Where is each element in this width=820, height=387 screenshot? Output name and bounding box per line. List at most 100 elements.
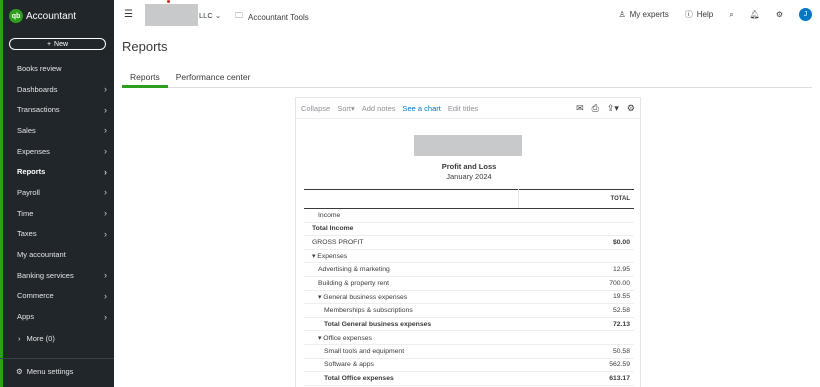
- chevron-right-icon: ›: [104, 311, 107, 322]
- sort-label: Sort: [337, 103, 351, 113]
- row-amount[interactable]: 613.17: [518, 371, 634, 386]
- print-icon[interactable]: ⎙: [592, 103, 599, 114]
- table-row[interactable]: Advertising & marketing 12.95: [304, 262, 634, 277]
- add-notes-button[interactable]: Add notes: [362, 104, 396, 113]
- settings-gear-icon[interactable]: ⚙: [776, 10, 783, 19]
- table-row[interactable]: Total Income: [304, 222, 634, 237]
- my-experts-button[interactable]: ♙ My experts: [618, 10, 668, 19]
- report-settings-gear-icon[interactable]: ⚙: [627, 103, 635, 114]
- table-row[interactable]: Building & property rent 700.00: [304, 276, 634, 291]
- row-amount[interactable]: 700.00: [518, 276, 634, 291]
- sidebar-item-label: Taxes: [17, 229, 37, 239]
- row-amount[interactable]: [518, 208, 634, 223]
- search-icon[interactable]: ⌕: [729, 10, 733, 20]
- sidebar-item-payroll[interactable]: Payroll ›: [0, 182, 114, 203]
- chevron-right-icon: ›: [104, 290, 107, 301]
- company-name-redacted: [145, 4, 198, 26]
- row-label: Small tools and equipment: [304, 344, 518, 359]
- bell-icon[interactable]: 🔔︎: [750, 10, 760, 19]
- edit-titles-button[interactable]: Edit titles: [448, 104, 478, 113]
- row-amount[interactable]: 72.13: [518, 316, 634, 332]
- sidebar-item-label: Reports: [17, 167, 46, 177]
- email-icon[interactable]: ✉: [576, 103, 584, 114]
- report-toolbar: Collapse Sort▾ Add notes See a chart Edi…: [296, 98, 640, 119]
- row-label: Total Office expenses: [304, 371, 518, 386]
- sidebar-item-transactions[interactable]: Transactions ›: [0, 99, 114, 120]
- sidebar-item-reports[interactable]: Reports ›: [0, 161, 114, 182]
- report-table: TOTAL Income Total Income GROSS PROFIT $0.0…: [304, 189, 634, 386]
- sidebar-item-label: Time: [17, 208, 34, 218]
- chevron-right-icon: ›: [104, 208, 107, 219]
- row-amount[interactable]: [518, 330, 634, 345]
- report-panel: Collapse Sort▾ Add notes See a chart Edi…: [295, 97, 641, 387]
- sidebar-more[interactable]: › More (0): [18, 334, 55, 343]
- row-amount[interactable]: 19.55: [518, 290, 634, 305]
- row-label: Total Income: [304, 222, 518, 237]
- chevron-right-icon: ›: [104, 270, 107, 281]
- row-label: ▾ Expenses: [304, 249, 518, 264]
- sidebar-item-my-accountant[interactable]: My accountant: [0, 244, 114, 265]
- see-chart-link[interactable]: See a chart: [403, 104, 441, 113]
- more-label: More (0): [26, 334, 55, 343]
- sidebar-item-banking-services[interactable]: Banking services ›: [0, 265, 114, 286]
- chevron-right-icon: ›: [18, 334, 21, 343]
- sidebar-item-commerce[interactable]: Commerce ›: [0, 286, 114, 307]
- sidebar-item-label: Books review: [17, 63, 62, 73]
- sort-dropdown[interactable]: Sort▾: [337, 104, 355, 113]
- sidebar-item-label: My accountant: [17, 250, 66, 260]
- row-amount[interactable]: 12.95: [518, 262, 634, 277]
- hamburger-menu-icon[interactable]: ☰: [124, 9, 133, 20]
- table-row[interactable]: Memberships & subscriptions 52.58: [304, 303, 634, 318]
- sidebar-item-label: Banking services: [17, 270, 74, 280]
- report-title: Profit and Loss: [441, 162, 497, 171]
- app-logo[interactable]: qb Accountant: [9, 9, 76, 23]
- sidebar-item-books-review[interactable]: Books review: [0, 58, 114, 79]
- sidebar-item-sales[interactable]: Sales ›: [0, 120, 114, 141]
- row-amount[interactable]: $0.00: [518, 235, 634, 250]
- table-row[interactable]: Small tools and equipment 50.58: [304, 344, 634, 359]
- row-amount[interactable]: [518, 249, 634, 264]
- chevron-right-icon: ›: [104, 166, 107, 177]
- table-row[interactable]: Income: [304, 208, 634, 223]
- sidebar-item-expenses[interactable]: Expenses ›: [0, 141, 114, 162]
- export-icon[interactable]: ⇪▾: [607, 103, 619, 114]
- sidebar-item-time[interactable]: Time ›: [0, 203, 114, 224]
- tab-performance-center[interactable]: Performance center: [168, 70, 259, 88]
- new-button[interactable]: + New: [9, 38, 106, 50]
- chevron-right-icon: ›: [104, 228, 107, 239]
- row-amount[interactable]: 50.58: [518, 344, 634, 359]
- row-label: ▾ Office expenses: [304, 330, 518, 345]
- menu-settings-label: Menu settings: [26, 367, 74, 376]
- row-label: Total General business expenses: [304, 316, 518, 332]
- report-date-range: January 2024: [446, 172, 492, 181]
- table-header-row: TOTAL: [304, 189, 634, 209]
- sidebar-item-label: Apps: [17, 312, 35, 322]
- table-row[interactable]: Total General business expenses 72.13: [304, 316, 634, 332]
- accountant-tools-button[interactable]: 🗀 Accountant Tools: [235, 10, 309, 24]
- table-row[interactable]: ▾ Office expenses: [304, 330, 634, 345]
- table-row[interactable]: Software & apps 562.59: [304, 358, 634, 373]
- table-row[interactable]: ▾ General business expenses 19.55: [304, 290, 634, 305]
- table-row[interactable]: ▾ Expenses: [304, 249, 634, 264]
- table-row[interactable]: GROSS PROFIT $0.00: [304, 235, 634, 250]
- company-switcher[interactable]: LLC ⌄: [199, 11, 221, 20]
- collapse-button[interactable]: Collapse: [301, 104, 330, 113]
- tab-reports[interactable]: Reports: [122, 70, 168, 88]
- row-amount[interactable]: [518, 222, 634, 237]
- sidebar-item-taxes[interactable]: Taxes ›: [0, 224, 114, 245]
- chevron-right-icon: ›: [104, 104, 107, 115]
- row-label: Building & property rent: [304, 276, 518, 291]
- menu-settings[interactable]: ⚙ Menu settings: [0, 358, 114, 376]
- row-amount[interactable]: 562.59: [518, 358, 634, 373]
- row-amount[interactable]: 52.58: [518, 303, 634, 318]
- help-button[interactable]: ⓘ Help: [685, 9, 713, 20]
- row-label: Memberships & subscriptions: [304, 303, 518, 318]
- sidebar-item-apps[interactable]: Apps ›: [0, 306, 114, 327]
- sidebar-item-label: Commerce: [17, 291, 54, 301]
- company-logo-redacted: [414, 135, 522, 156]
- avatar[interactable]: J: [799, 8, 812, 21]
- tab-bar: Reports Performance center: [122, 70, 812, 88]
- sidebar-item-label: Expenses: [17, 146, 50, 156]
- sidebar-item-dashboards[interactable]: Dashboards ›: [0, 79, 114, 100]
- table-row[interactable]: Total Office expenses 613.17: [304, 371, 634, 386]
